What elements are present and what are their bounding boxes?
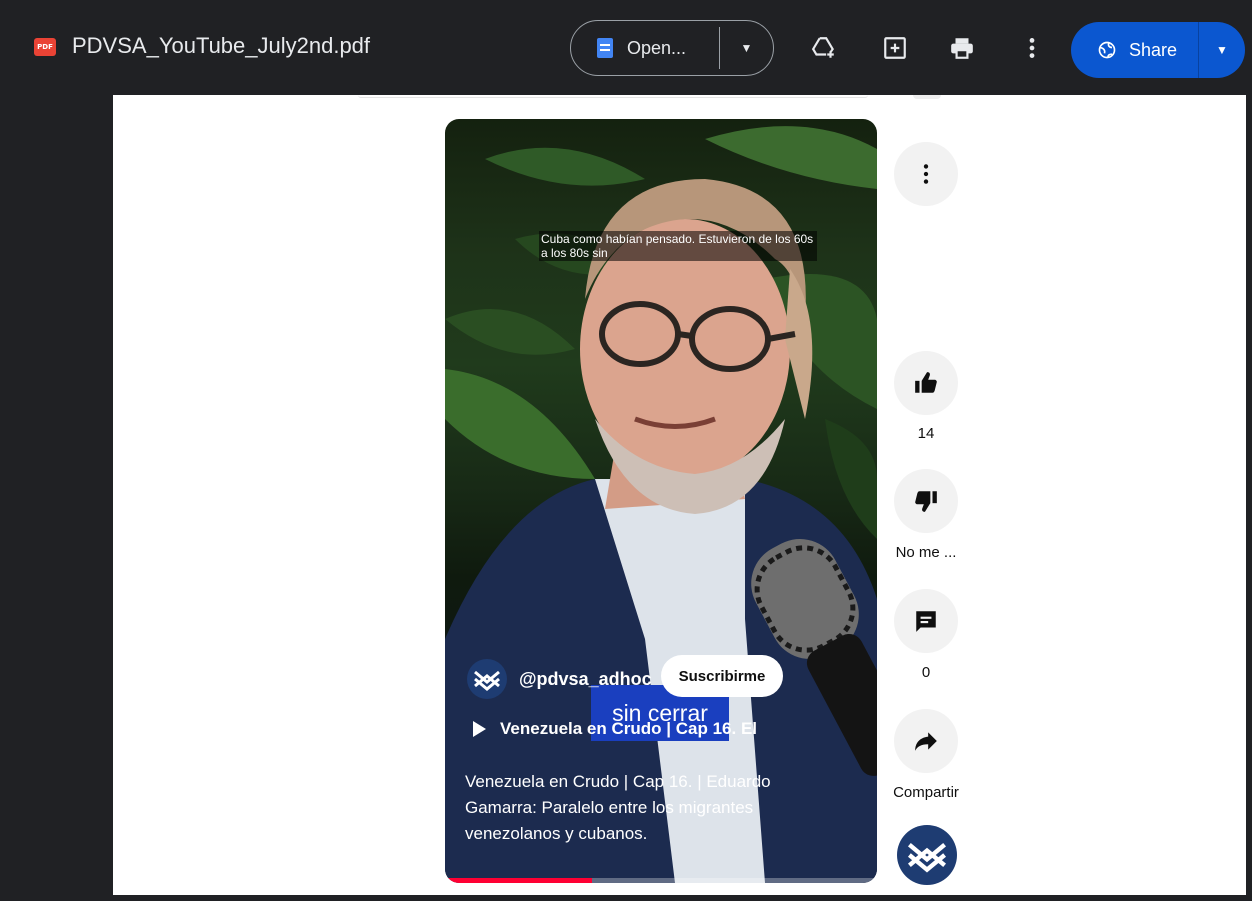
add-comment-icon bbox=[884, 37, 906, 59]
share-arrow-icon bbox=[915, 732, 937, 751]
add-shortcut-to-drive-button[interactable] bbox=[804, 28, 844, 68]
dislike-button[interactable] bbox=[894, 469, 958, 533]
thumbs-up-icon bbox=[915, 372, 937, 393]
comments-button[interactable] bbox=[894, 589, 958, 653]
dislike-label: No me ... bbox=[895, 544, 957, 561]
sound-channel-avatar[interactable] bbox=[897, 825, 957, 885]
caret-down-icon: ▼ bbox=[740, 41, 753, 55]
drive-add-icon bbox=[811, 37, 834, 58]
print-button[interactable] bbox=[942, 28, 982, 68]
share-button[interactable]: Share bbox=[1071, 22, 1198, 78]
subscribe-button[interactable]: Suscribirme bbox=[661, 655, 783, 697]
share-short-label: Compartir bbox=[893, 784, 959, 801]
share-dropdown-button[interactable]: ▼ bbox=[1199, 22, 1245, 78]
like-count: 14 bbox=[917, 425, 935, 442]
google-docs-icon bbox=[597, 38, 613, 58]
play-icon bbox=[473, 721, 486, 737]
more-vert-icon bbox=[923, 164, 929, 184]
globe-icon bbox=[1098, 41, 1116, 59]
viewer-toolbar: PDF PDVSA_YouTube_July2nd.pdf Open... ▼ bbox=[0, 0, 1252, 95]
open-with-group: Open... ▼ bbox=[570, 20, 774, 76]
open-with-button[interactable]: Open... bbox=[571, 21, 719, 75]
video-description[interactable]: Venezuela en Crudo | Cap 16. | Eduardo G… bbox=[465, 769, 845, 847]
share-group: Share ▼ bbox=[1071, 22, 1245, 78]
previous-item-edge bbox=[913, 95, 941, 99]
channel-avatar[interactable] bbox=[467, 659, 507, 699]
print-icon bbox=[951, 38, 973, 59]
video-progress-bar[interactable] bbox=[445, 878, 877, 883]
channel-logo-icon bbox=[474, 670, 500, 691]
share-label: Share bbox=[1129, 39, 1178, 60]
page-top-edge bbox=[358, 95, 868, 98]
video-progress-fill bbox=[445, 878, 592, 883]
open-with-dropdown-button[interactable]: ▼ bbox=[720, 21, 773, 75]
channel-info: @pdvsa_adhoc bbox=[467, 659, 652, 699]
short-title: Venezuela en Crudo | Cap 16. El bbox=[500, 719, 758, 738]
open-with-label: Open... bbox=[627, 37, 687, 58]
pdf-page: Cuba como habían pensado. Estuvieron de … bbox=[113, 95, 1246, 895]
share-short-button[interactable] bbox=[894, 709, 958, 773]
pdf-file-icon: PDF bbox=[34, 38, 56, 56]
add-comment-button[interactable] bbox=[875, 28, 915, 68]
comment-icon bbox=[916, 611, 936, 632]
thumbs-down-icon bbox=[915, 491, 937, 512]
channel-logo-icon bbox=[907, 843, 947, 873]
short-video-player[interactable]: Cuba como habían pensado. Estuvieron de … bbox=[445, 119, 877, 883]
more-vert-icon bbox=[1029, 38, 1035, 58]
channel-handle[interactable]: @pdvsa_adhoc bbox=[519, 669, 652, 690]
top-subtitle: Cuba como habían pensado. Estuvieron de … bbox=[539, 231, 817, 261]
short-title-row[interactable]: Venezuela en Crudo | Cap 16. El bbox=[473, 719, 757, 739]
like-button[interactable] bbox=[894, 351, 958, 415]
comment-count: 0 bbox=[921, 664, 931, 681]
more-options-button[interactable] bbox=[894, 142, 958, 206]
file-title: PDVSA_YouTube_July2nd.pdf bbox=[72, 33, 371, 58]
more-actions-button[interactable] bbox=[1012, 28, 1052, 68]
caret-down-icon: ▼ bbox=[1216, 43, 1228, 57]
